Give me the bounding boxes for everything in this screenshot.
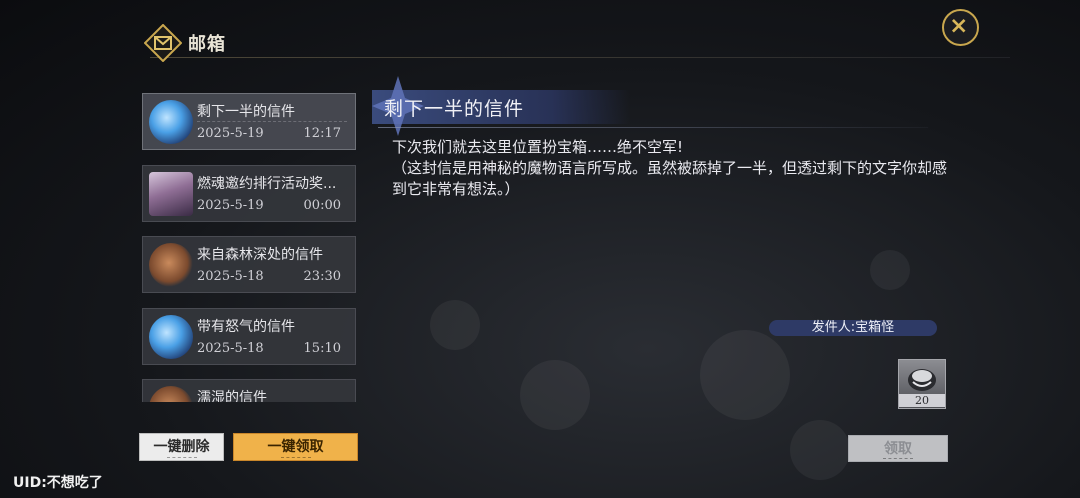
mail-subject: 剩下一半的信件 [197, 104, 295, 120]
claim-label: 领取 [884, 441, 912, 457]
button-underline [883, 458, 913, 459]
mail-date: 2025-5-19 [197, 126, 264, 141]
mail-time: 15:10 [303, 341, 341, 356]
mail-list[interactable]: 剩下一半的信件 2025-5-19 12:17 燃魂邀约排行活动奖... 202… [142, 93, 356, 402]
mail-list-item[interactable]: 濡湿的信件 [142, 379, 356, 402]
mail-list-item[interactable]: 剩下一半的信件 2025-5-19 12:17 [142, 93, 356, 150]
bokeh-light [790, 420, 850, 480]
button-underline [280, 457, 311, 458]
mail-body: 下次我们就去这里位置扮宝箱……绝不空军! （这封信是用神秘的魔物语言所写成。虽然… [392, 137, 952, 200]
amber-orb-icon [149, 386, 193, 402]
mail-subject: 带有怒气的信件 [197, 319, 295, 335]
claim-all-label: 一键领取 [267, 439, 324, 455]
header-divider [150, 57, 1010, 58]
delete-all-label: 一键删除 [153, 439, 210, 455]
attachment-quantity: 20 [899, 394, 945, 407]
bokeh-light [700, 330, 790, 420]
row-divider [197, 121, 347, 122]
mail-time: 00:00 [303, 198, 341, 213]
claim-all-button[interactable]: 一键领取 [233, 433, 358, 461]
mail-date: 2025-5-18 [197, 341, 264, 356]
mail-body-line: 下次我们就去这里位置扮宝箱……绝不空军! [392, 138, 684, 156]
bokeh-light [430, 300, 480, 350]
page-title: 邮箱 [188, 34, 226, 55]
mail-list-item[interactable]: 带有怒气的信件 2025-5-18 15:10 [142, 308, 356, 365]
delete-all-button[interactable]: 一键删除 [139, 433, 224, 461]
mail-subject: 来自森林深处的信件 [197, 247, 323, 263]
blue-orb-icon [149, 100, 193, 144]
treasure-item-icon [908, 369, 936, 391]
portrait-icon [149, 172, 193, 216]
mail-date: 2025-5-18 [197, 269, 264, 284]
title-divider [378, 127, 928, 128]
mail-subject: 燃魂邀约排行活动奖... [197, 176, 337, 192]
mail-subject: 濡湿的信件 [197, 390, 267, 402]
user-id-label: UID:不想吃了 [13, 475, 103, 491]
mail-date: 2025-5-19 [197, 198, 264, 213]
attachment-item[interactable]: 20 [898, 359, 946, 409]
mail-icon [144, 24, 182, 62]
button-underline [166, 457, 197, 458]
amber-orb-icon [149, 243, 193, 287]
mail-time: 23:30 [303, 269, 341, 284]
close-icon [951, 18, 966, 33]
mail-list-item[interactable]: 燃魂邀约排行活动奖... 2025-5-19 00:00 [142, 165, 356, 222]
close-button[interactable] [942, 9, 979, 46]
blue-orb-icon [149, 315, 193, 359]
bokeh-light [520, 360, 590, 430]
sender-badge: 发件人:宝箱怪 [769, 320, 937, 336]
mail-time: 12:17 [303, 126, 341, 141]
claim-button[interactable]: 领取 [848, 435, 948, 462]
mail-body-line: （这封信是用神秘的魔物语言所写成。虽然被舔掉了一半，但透过剩下的文字你却感到它非… [392, 159, 948, 198]
bokeh-light [870, 250, 910, 290]
mail-detail-title: 剩下一半的信件 [384, 98, 525, 120]
mail-list-item[interactable]: 来自森林深处的信件 2025-5-18 23:30 [142, 236, 356, 293]
